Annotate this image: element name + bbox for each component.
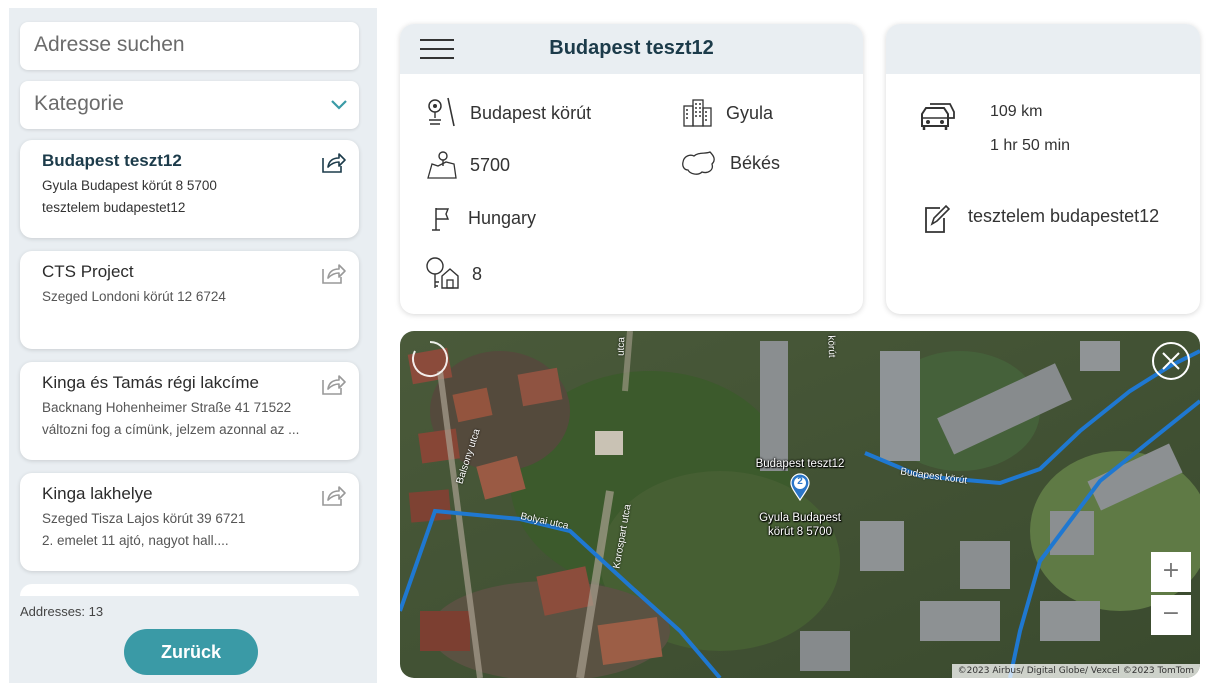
details-header: Budapest teszt12 — [400, 24, 863, 74]
address-card[interactable]: CTS Project Szeged Londoni körút 12 6724 — [20, 251, 359, 349]
edit-note-icon — [925, 204, 950, 233]
search-input[interactable]: Adresse suchen — [20, 22, 359, 70]
flag-icon — [432, 208, 450, 231]
zoom-in-button[interactable]: + — [1151, 552, 1191, 592]
zip-row: 5700 — [426, 150, 510, 180]
share-icon[interactable] — [321, 150, 347, 174]
address-details-card: Budapest teszt12 Budapest körút Gyula 57… — [400, 24, 863, 314]
address-title: CTS Project — [42, 262, 134, 281]
pin-number: 2 — [797, 476, 803, 487]
buildings-icon — [683, 99, 712, 127]
duration-value: 1 hr 50 min — [990, 137, 1071, 154]
share-icon[interactable] — [321, 372, 347, 396]
travel-header — [886, 24, 1200, 74]
county-row: Békés — [680, 148, 780, 178]
street-pin-icon — [428, 97, 455, 127]
house-key-icon — [426, 257, 459, 289]
street-label: körút — [825, 335, 838, 358]
address-line: Gyula Budapest körút 8 5700 — [42, 178, 217, 193]
category-placeholder: Kategorie — [34, 92, 124, 115]
travel-info-card: 109 km 1 hr 50 min tesztelem budapestet1… — [886, 24, 1200, 314]
details-title: Budapest teszt12 — [549, 37, 714, 59]
zoom-out-button[interactable]: − — [1151, 595, 1191, 635]
address-line: Backnang Hohenheimer Straße 41 71522 — [42, 400, 292, 415]
category-select[interactable]: Kategorie — [20, 81, 359, 129]
address-note: 2. emelet 11 ajtó, nagyot hall.... — [42, 533, 229, 548]
address-note: tesztelem budapestet12 — [42, 200, 186, 215]
address-title: Kinga lakhelye — [42, 484, 153, 503]
region-icon — [682, 151, 715, 175]
city-row: Gyula — [682, 98, 773, 128]
address-line: Szeged Londoni körút 12 6724 — [42, 289, 226, 304]
note-value: tesztelem budapestet12 — [968, 206, 1160, 226]
address-card[interactable]: Kinga lakhelye Szeged Tisza Lajos körút … — [20, 473, 359, 571]
pin-title: Budapest teszt12 — [755, 458, 845, 470]
street-value: Budapest körút — [470, 102, 592, 123]
country-value: Hungary — [468, 207, 537, 228]
street-label: utca — [615, 336, 628, 357]
address-card[interactable]: Kinga és Tamás régi lakcíme Backnang Hoh… — [20, 362, 359, 460]
share-icon[interactable] — [321, 483, 347, 507]
map-attribution: ©2023 Airbus/ Digital Globe/ Vexcel ©202… — [951, 664, 1200, 678]
house-number-value: 8 — [472, 263, 483, 284]
satellite-map — [400, 331, 1200, 678]
map-view[interactable]: Balsony utca Korospart utca Bolyai utca … — [400, 331, 1200, 678]
pin-address-line1: Gyula Budapest — [759, 512, 841, 524]
map-pin-icon — [427, 151, 457, 179]
pin-address-line2: körút 8 5700 — [768, 526, 832, 538]
address-note: változni fog a címünk, jelzem azonnal az… — [42, 422, 300, 437]
address-card[interactable]: Budapest teszt12 Gyula Budapest körút 8 … — [20, 140, 359, 238]
address-line: Szeged Tisza Lajos körút 39 6721 — [42, 511, 246, 526]
share-icon[interactable] — [321, 261, 347, 285]
chevron-down-icon — [331, 100, 347, 110]
address-title: Kinga és Tamás régi lakcíme — [42, 373, 260, 392]
rotate-icon[interactable] — [410, 339, 450, 379]
country-row: Hungary — [428, 204, 536, 232]
city-value: Gyula — [726, 102, 774, 123]
street-row: Budapest körút — [424, 96, 591, 130]
address-card-partial[interactable] — [20, 584, 359, 596]
house-number-row: 8 — [424, 256, 482, 292]
cars-icon — [921, 103, 955, 130]
zip-value: 5700 — [470, 154, 511, 175]
back-button[interactable]: Zurück — [124, 629, 258, 675]
county-value: Békés — [730, 152, 781, 173]
address-title: Budapest teszt12 — [42, 151, 182, 170]
distance-value: 109 km — [990, 103, 1043, 120]
address-sidebar: Adresse suchen Kategorie Budapest teszt1… — [9, 8, 377, 683]
close-icon[interactable] — [1151, 341, 1191, 381]
address-count: Addresses: 13 — [20, 604, 104, 619]
